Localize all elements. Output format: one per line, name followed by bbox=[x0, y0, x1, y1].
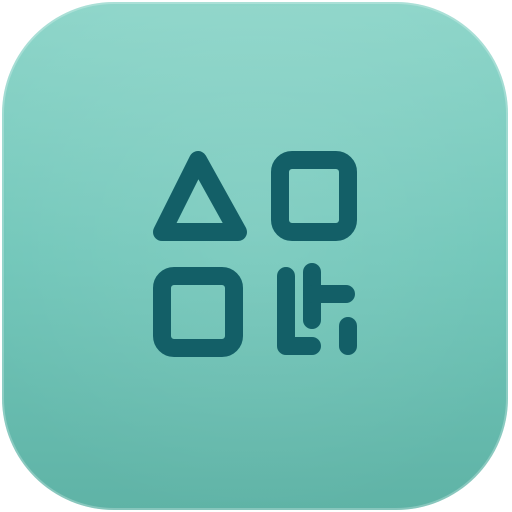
square-shape-bottom bbox=[153, 267, 243, 357]
square-shape-top bbox=[271, 151, 357, 241]
shapes-qr-code-icon bbox=[153, 151, 357, 357]
app-icon[interactable] bbox=[0, 0, 512, 512]
triangle-shape bbox=[153, 151, 247, 241]
